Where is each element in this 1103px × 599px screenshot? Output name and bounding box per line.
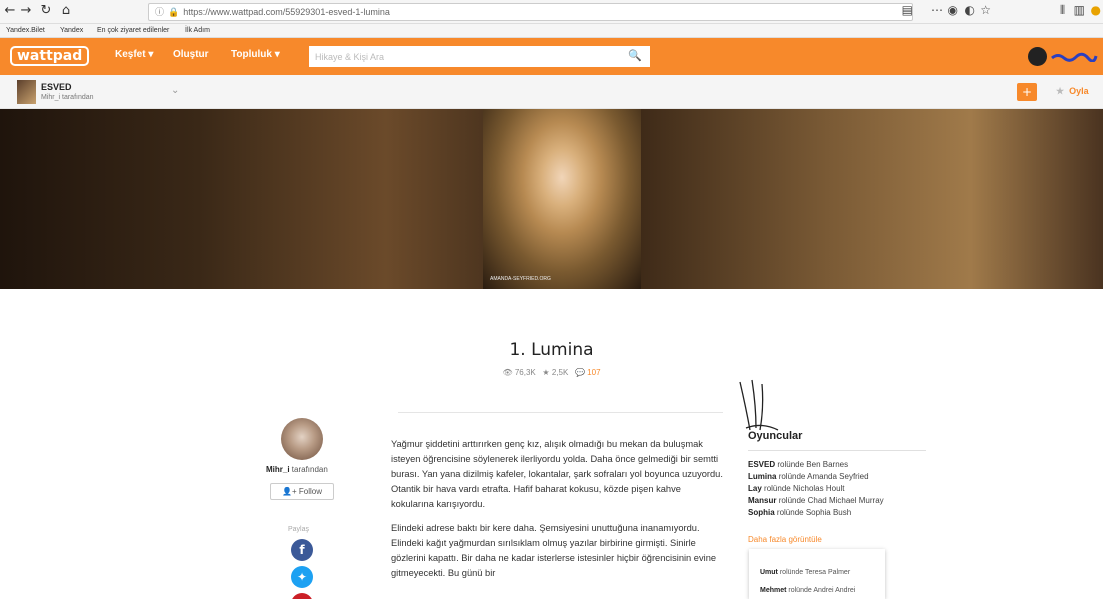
cast-connector: rolünde (788, 587, 812, 594)
chapter-banner-image (483, 109, 641, 289)
redacted-username[interactable] (1050, 52, 1098, 62)
chapter-title: 1. Lumina (509, 340, 594, 360)
twitter-icon[interactable]: ✦ (291, 566, 313, 588)
forward-icon[interactable]: → (18, 3, 34, 18)
browser-toolbar: ← → ↻ ⌂ ⓘ 🔒 https://www.wattpad.com/559293… (0, 0, 1103, 24)
nav-create[interactable]: Oluştur (173, 49, 209, 60)
divider (398, 412, 723, 413)
reload-icon[interactable]: ↻ (38, 3, 54, 18)
character-name: Umut (760, 569, 778, 576)
back-icon[interactable]: ← (2, 3, 18, 18)
star-icon: ★ (1056, 86, 1065, 96)
cast-connector: rolünde (777, 460, 805, 469)
sidebar-icon[interactable]: ▥ (1074, 3, 1085, 17)
cast-item[interactable]: ESVED rolünde Ben Barnes (748, 459, 928, 471)
follow-label: Follow (298, 487, 322, 496)
character-name: Mansur (748, 496, 777, 505)
pinterest-icon[interactable]: p (291, 593, 313, 599)
reads-count: 76,3K (514, 368, 536, 377)
cast-item[interactable]: Mehmet rolünde Andrei Andrei (760, 582, 885, 599)
story-cover-thumbnail[interactable] (17, 80, 36, 104)
bookmark-star-icon[interactable]: ☆ (980, 3, 991, 17)
bookmarks-bar: Yandex.Bilet Yandex En çok ziyaret edile… (0, 24, 1103, 38)
character-name: Lumina (748, 472, 777, 481)
cast-item[interactable]: Lumina rolünde Amanda Seyfried (748, 471, 928, 483)
character-name: Mehmet (760, 587, 787, 594)
actor-name: Andrei Andrei (813, 587, 856, 594)
bookmark-most-visited[interactable]: En çok ziyaret edilenler (97, 24, 169, 37)
facebook-icon[interactable]: f (291, 539, 313, 561)
cast-list: ESVED rolünde Ben Barnes Lumina rolünde … (748, 459, 928, 519)
character-name: ESVED (748, 460, 776, 469)
lock-icon: 🔒 (168, 7, 180, 17)
character-name: Sophia (748, 508, 775, 517)
cast-connector: rolünde (779, 569, 804, 576)
pocket-icon[interactable]: ◉ (948, 3, 958, 17)
comments-count[interactable]: 107 (587, 368, 600, 377)
library-icon[interactable]: ⫴ (1060, 3, 1065, 18)
show-more-cast-link[interactable]: Daha fazla görüntüle (748, 535, 822, 544)
user-avatar[interactable] (1028, 47, 1047, 66)
share-label: Paylaş (288, 526, 310, 533)
wattpad-logo[interactable]: wattpad (10, 46, 90, 66)
follow-button[interactable]: 👤+ Follow (270, 483, 334, 500)
info-icon[interactable]: ⓘ (155, 7, 164, 17)
extension-icon[interactable]: ◐ (965, 3, 975, 17)
address-bar[interactable]: ⓘ 🔒 https://www.wattpad.com/55929301-esved… (148, 3, 913, 21)
votes-count: 2,5K (551, 368, 569, 377)
author-line: Mihr_i tarafından (266, 465, 328, 474)
cast-item[interactable]: Mansur rolünde Chad Michael Murray (748, 495, 928, 507)
profile-icon[interactable]: ● (1091, 3, 1101, 17)
actor-name: Ben Barnes (806, 460, 849, 469)
story-text: Yağmur şiddetini arttırırken genç kız, a… (391, 437, 725, 590)
bookmark-yandex[interactable]: Yandex (60, 24, 83, 37)
story-author: Mihr_i tarafından (41, 94, 94, 101)
vote-label: Oyla (1069, 86, 1089, 96)
story-title[interactable]: ESVED (41, 82, 72, 92)
nav-community[interactable]: Topluluk ▾ (231, 49, 280, 60)
add-to-library-button[interactable]: + (1017, 83, 1037, 101)
vote-button[interactable]: ★ Oyla (1056, 86, 1089, 97)
cast-connector: rolünde (778, 496, 806, 505)
search-icon[interactable]: 🔍 (628, 49, 642, 62)
more-icon[interactable]: ⋯ (931, 3, 943, 17)
divider (748, 450, 926, 451)
home-icon[interactable]: ⌂ (58, 3, 74, 18)
comment-icon: 💬 (574, 368, 585, 377)
story-paragraph: Elindeki adrese baktı bir kere daha. Şem… (391, 523, 717, 578)
eye-icon: 👁 (502, 368, 513, 377)
actor-name: Amanda Seyfried (807, 472, 869, 481)
reader-view-icon[interactable]: ▤ (902, 3, 913, 17)
character-name: Lay (748, 484, 762, 493)
actor-name: Sophia Bush (805, 508, 852, 517)
hand-drawn-scribble (739, 379, 779, 431)
cast-title: Oyuncular (748, 430, 803, 442)
chevron-down-icon[interactable]: ⌄ (171, 85, 179, 96)
cast-item[interactable]: Umut rolünde Teresa Palmer (760, 564, 885, 582)
author-avatar[interactable] (281, 418, 323, 460)
chapter-stats: 👁 76,3K ★ 2,5K 💬 107 (0, 368, 1103, 377)
bookmark-yandex-bilet[interactable]: Yandex.Bilet (6, 24, 45, 37)
author-name[interactable]: Mihr_i (266, 465, 290, 474)
actor-name: Nicholas Hoult (792, 484, 845, 493)
site-header: wattpad Keşfet ▾ Oluştur Topluluk ▾ 🔍 (0, 38, 1103, 75)
actor-name: Chad Michael Murray (807, 496, 884, 505)
actor-name: Teresa Palmer (805, 569, 851, 576)
cast-connector: rolünde (764, 484, 791, 493)
cast-connector: rolünde (778, 472, 806, 481)
star-icon: ★ (542, 368, 550, 377)
cast-popup-list: Umut rolünde Teresa Palmer Mehmet rolünd… (760, 564, 885, 599)
cast-item[interactable]: Lay rolünde Nicholas Hoult (748, 483, 928, 495)
cast-item[interactable]: Sophia rolünde Sophia Bush (748, 507, 928, 519)
story-bar: ESVED Mihr_i tarafından ⌄ + ★ Oyla (0, 75, 1103, 109)
url-text: https://www.wattpad.com/55929301-esved-1… (183, 7, 390, 17)
banner-watermark: AMANDA-SEYFRIED.ORG (490, 276, 551, 282)
story-paragraph: Yağmur şiddetini arttırırken genç kız, a… (391, 439, 723, 509)
search-input[interactable] (309, 46, 650, 67)
bookmark-first-step[interactable]: İlk Adım (185, 24, 210, 37)
add-user-icon: 👤+ (282, 487, 297, 496)
author-suffix: tarafından (291, 465, 328, 474)
nav-discover[interactable]: Keşfet ▾ (115, 49, 153, 60)
cast-connector: rolünde (776, 508, 804, 517)
